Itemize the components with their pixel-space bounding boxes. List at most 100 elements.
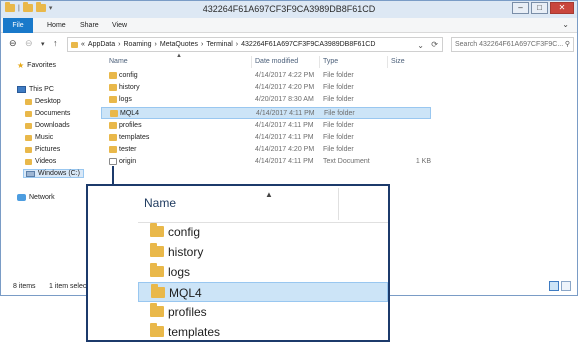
window-controls: – □ ✕ <box>512 2 574 14</box>
nav-item-desktop[interactable]: Desktop <box>25 98 61 105</box>
column-header-type[interactable]: Type <box>323 58 338 65</box>
address-overflow[interactable]: « <box>81 38 85 51</box>
tab-file[interactable]: File <box>3 18 33 33</box>
nav-item-pictures[interactable]: Pictures <box>25 146 60 153</box>
breadcrumb-metaquotes[interactable]: MetaQuotes <box>160 38 198 51</box>
nav-item-documents[interactable]: Documents <box>25 110 70 117</box>
column-divider[interactable] <box>251 56 252 68</box>
maximize-button[interactable]: □ <box>531 2 548 14</box>
title-bar: | ▾ 432264F61A697CF3F9CA3989DB8F61CD – □… <box>1 1 577 18</box>
documents-icon <box>25 110 32 117</box>
nav-item-label: Pictures <box>35 146 61 153</box>
file-date: 4/14/2017 4:11 PM <box>255 158 314 165</box>
column-divider[interactable] <box>387 56 388 68</box>
pictures-icon <box>25 146 32 153</box>
breadcrumb-appdata[interactable]: AppData <box>88 38 115 51</box>
zoom-item-name: config <box>168 225 201 239</box>
file-type: File folder <box>323 122 354 129</box>
back-button[interactable]: ⊖ <box>9 38 17 49</box>
zoom-item-name: MQL4 <box>169 286 202 300</box>
file-row[interactable]: origin 4/14/2017 4:11 PM Text Document 1… <box>101 156 431 168</box>
file-name: history <box>119 84 140 91</box>
column-header-size[interactable]: Size <box>391 58 405 65</box>
nav-item-label: Downloads <box>35 122 70 129</box>
zoom-list-item: templates <box>138 322 388 340</box>
zoom-list-item: config <box>138 222 388 242</box>
search-icon[interactable]: ⚲ <box>565 38 570 51</box>
tab-share[interactable]: Share <box>80 18 99 33</box>
tab-view[interactable]: View <box>112 18 127 33</box>
folder-icon <box>150 323 164 337</box>
file-name: tester <box>119 146 137 153</box>
folder-icon <box>109 134 117 141</box>
file-type: File folder <box>324 110 355 117</box>
file-type: File folder <box>323 84 354 91</box>
column-divider[interactable] <box>319 56 320 68</box>
column-header-name[interactable]: Name <box>109 58 128 65</box>
up-button[interactable]: ↑ <box>53 38 58 48</box>
file-date: 4/14/2017 4:20 PM <box>255 84 315 91</box>
address-dropdown-icon[interactable]: ⌄ <box>417 39 424 52</box>
recent-locations-icon[interactable]: ▾ <box>41 40 45 48</box>
file-row-selected[interactable]: MQL4 4/14/2017 4:11 PM File folder <box>101 107 431 119</box>
file-type: File folder <box>323 146 354 153</box>
file-name: profiles <box>119 122 142 129</box>
file-row[interactable]: profiles 4/14/2017 4:11 PM File folder <box>101 120 431 132</box>
nav-item-music[interactable]: Music <box>25 134 53 141</box>
folder-icon <box>151 284 165 298</box>
nav-item-videos[interactable]: Videos <box>25 158 56 165</box>
zoom-item-name: history <box>168 245 204 259</box>
folder-icon <box>109 84 117 91</box>
close-button[interactable]: ✕ <box>550 2 574 14</box>
file-row[interactable]: templates 4/14/2017 4:11 PM File folder <box>101 132 431 144</box>
large-icons-view-button[interactable] <box>561 281 571 291</box>
music-icon <box>25 134 32 141</box>
file-row[interactable]: logs 4/20/2017 8:30 AM File folder <box>101 94 431 106</box>
zoom-list-item: history <box>138 242 388 262</box>
zoom-item-name: profiles <box>168 305 207 319</box>
zoom-list-item: logs <box>138 262 388 282</box>
zoom-callout: ▲ Name config history logs MQL4 profiles… <box>86 184 390 342</box>
zoom-column-header-name: Name <box>144 196 177 210</box>
file-date: 4/14/2017 4:22 PM <box>255 72 315 79</box>
folder-icon <box>109 96 117 103</box>
tab-home[interactable]: Home <box>47 18 66 33</box>
computer-icon <box>17 86 26 93</box>
callout-connector <box>112 166 114 186</box>
view-switcher <box>549 281 571 291</box>
folder-icon <box>150 223 164 237</box>
file-row[interactable]: tester 4/14/2017 4:20 PM File folder <box>101 144 431 156</box>
zoom-item-name: logs <box>168 265 191 279</box>
breadcrumb-terminal-id[interactable]: 432264F61A697CF3F9CA3989DB8F61CD <box>241 38 375 51</box>
file-name: logs <box>119 96 132 103</box>
folder-icon <box>71 41 78 48</box>
file-row[interactable]: config 4/14/2017 4:22 PM File folder <box>101 70 431 82</box>
folder-icon <box>109 72 117 79</box>
file-date: 4/20/2017 8:30 AM <box>255 96 314 103</box>
search-input[interactable]: Search 432264F61A697CF3F9C... ⚲ <box>451 37 574 52</box>
file-row[interactable]: history 4/14/2017 4:20 PM File folder <box>101 82 431 94</box>
file-size: 1 KB <box>415 158 431 165</box>
nav-this-pc[interactable]: This PC <box>17 86 54 93</box>
nav-item-label: Documents <box>35 110 71 117</box>
breadcrumb-terminal[interactable]: Terminal <box>206 38 232 51</box>
address-bar[interactable]: « AppData › Roaming › MetaQuotes › Termi… <box>67 37 443 52</box>
file-name: MQL4 <box>120 110 140 117</box>
column-divider <box>338 188 339 220</box>
nav-favorites[interactable]: ★ Favorites <box>17 61 56 70</box>
column-header-date[interactable]: Date modified <box>255 58 298 65</box>
file-type: Text Document <box>323 158 370 165</box>
minimize-button[interactable]: – <box>512 2 529 14</box>
forward-button[interactable]: ⊖ <box>25 38 33 49</box>
sort-ascending-icon: ▲ <box>265 190 273 199</box>
text-document-icon <box>109 158 117 165</box>
expand-ribbon-icon[interactable]: ⌄ <box>562 20 569 29</box>
breadcrumb-roaming[interactable]: Roaming <box>124 38 152 51</box>
file-type: File folder <box>323 134 354 141</box>
refresh-icon[interactable]: ⟳ <box>431 38 438 51</box>
folder-icon <box>109 146 117 153</box>
details-view-button[interactable] <box>549 281 559 291</box>
nav-item-downloads[interactable]: Downloads <box>25 122 70 129</box>
nav-network[interactable]: Network <box>17 194 55 201</box>
nav-item-windows-c[interactable]: Windows (C:) <box>23 169 85 178</box>
